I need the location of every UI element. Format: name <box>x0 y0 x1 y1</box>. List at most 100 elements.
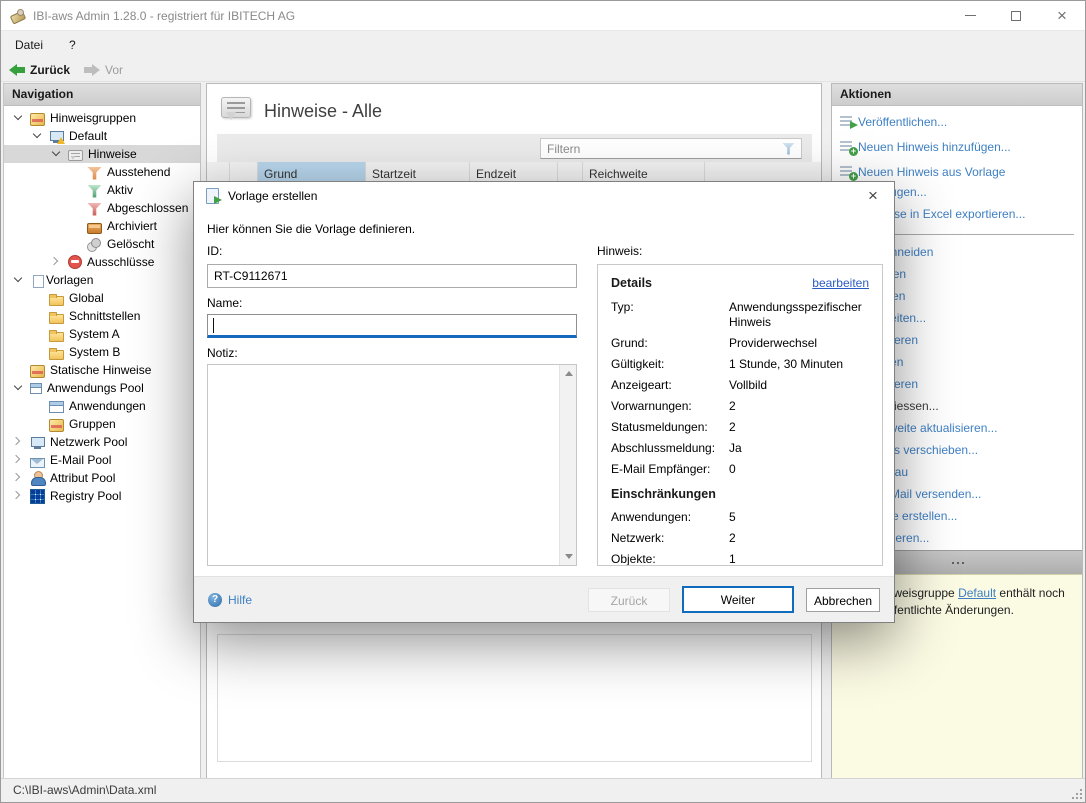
detail-row: Anzeigeart:Vollbild <box>611 378 869 393</box>
action-veroeffentlichen[interactable]: Veröffentlichen... <box>840 112 1076 135</box>
next-button[interactable]: Weiter <box>682 586 794 613</box>
scroll-down-icon[interactable] <box>565 554 573 559</box>
detail-row: Typ:Anwendungsspezifischer Hinweis <box>611 300 869 330</box>
monitor-icon <box>30 435 45 450</box>
chevron-right-icon[interactable] <box>12 455 20 463</box>
cancel-button[interactable]: Abbrechen <box>806 588 880 612</box>
detail-row: Gültigkeit:1 Stunde, 30 Minuten <box>611 357 869 372</box>
scrollbar[interactable] <box>559 365 576 565</box>
coins-icon <box>87 237 102 252</box>
maximize-icon <box>1011 11 1021 21</box>
maximize-button[interactable] <box>993 1 1039 30</box>
nav-item-archiviert[interactable]: Archiviert <box>4 217 200 235</box>
nav-item-ausschluesse[interactable]: Ausschlüsse <box>4 253 200 271</box>
chevron-right-icon[interactable] <box>12 491 20 499</box>
note-field[interactable] <box>207 364 577 566</box>
back-button[interactable]: Zurück <box>588 588 670 612</box>
person-icon <box>30 471 45 486</box>
detail-row: Grund:Providerwechsel <box>611 336 869 351</box>
edit-link[interactable]: bearbeiten <box>812 276 869 290</box>
app-window: IBI-aws Admin 1.28.0 - registriert für I… <box>0 0 1086 803</box>
vorlage-erstellen-dialog: Vorlage erstellen × Hier können Sie die … <box>193 181 895 623</box>
funnel-green-icon <box>87 185 102 198</box>
package-icon <box>30 365 45 378</box>
nav-item-gruppen[interactable]: Gruppen <box>4 415 200 433</box>
close-button[interactable]: × <box>1039 1 1085 30</box>
add-icon <box>840 140 856 154</box>
nav-item-email-pool[interactable]: E-Mail Pool <box>4 451 200 469</box>
actions-header: Aktionen <box>832 84 1082 106</box>
toolbar: Zurück Vor <box>1 58 1085 82</box>
chevron-right-icon[interactable] <box>12 437 20 445</box>
detail-row: E-Mail Empfänger:0 <box>611 462 869 477</box>
resize-grip-icon[interactable] <box>1070 787 1082 799</box>
nav-item-hinweise[interactable]: Hinweise <box>4 145 200 163</box>
speech-bubble-icon <box>68 150 83 161</box>
chevron-down-icon[interactable] <box>52 148 60 156</box>
minimize-button[interactable] <box>947 1 993 30</box>
nav-item-system-a[interactable]: System A <box>4 325 200 343</box>
filter-placeholder: Filtern <box>547 142 782 156</box>
menu-help[interactable]: ? <box>69 38 76 52</box>
default-group-link[interactable]: Default <box>958 586 996 600</box>
nav-item-netzwerk-pool[interactable]: Netzwerk Pool <box>4 433 200 451</box>
data-file-path: C:\IBI-aws\Admin\Data.xml <box>13 783 156 797</box>
minus-circle-icon <box>68 255 82 269</box>
back-button[interactable]: Zurück <box>9 63 70 77</box>
nav-item-default[interactable]: Default <box>4 127 200 145</box>
hinweis-label: Hinweis: <box>597 244 642 258</box>
chevron-down-icon[interactable] <box>14 382 22 390</box>
chevron-down-icon[interactable] <box>14 274 22 282</box>
window-controls: × <box>947 1 1085 30</box>
nav-item-hinweisgruppen[interactable]: Hinweisgruppen <box>4 109 200 127</box>
nav-item-vorlagen[interactable]: Vorlagen <box>4 271 200 289</box>
nav-item-system-b[interactable]: System B <box>4 343 200 361</box>
chevron-down-icon[interactable] <box>14 112 22 120</box>
nav-item-global[interactable]: Global <box>4 289 200 307</box>
help-icon: ? <box>208 593 222 607</box>
template-document-icon <box>204 188 220 204</box>
menu-datei[interactable]: Datei <box>15 38 43 52</box>
help-link[interactable]: ? Hilfe <box>208 593 252 607</box>
action-neuen-hinweis-hinzufuegen[interactable]: Neuen Hinweis hinzufügen... <box>840 137 1076 160</box>
nav-item-statische-hinweise[interactable]: Statische Hinweise <box>4 361 200 379</box>
dialog-close-button[interactable]: × <box>860 184 886 208</box>
nav-item-registry-pool[interactable]: Registry Pool <box>4 487 200 505</box>
navigation-panel: Navigation Hinweisgruppen Default Hinwei… <box>3 83 201 779</box>
navigation-tree: Hinweisgruppen Default Hinweise Ausstehe… <box>4 106 200 505</box>
forward-button[interactable]: Vor <box>84 63 123 77</box>
nav-item-ausstehend[interactable]: Ausstehend <box>4 163 200 181</box>
nav-item-schnittstellen[interactable]: Schnittstellen <box>4 307 200 325</box>
nav-item-aktiv[interactable]: Aktiv <box>4 181 200 199</box>
filter-input[interactable]: Filtern <box>540 138 802 159</box>
status-bar: C:\IBI-aws\Admin\Data.xml <box>1 778 1085 802</box>
text-cursor <box>213 318 214 333</box>
note-label: Notiz: <box>207 346 238 360</box>
detail-row: Abschlussmeldung:Ja <box>611 441 869 456</box>
chevron-down-icon[interactable] <box>33 130 41 138</box>
filter-funnel-icon[interactable] <box>782 143 795 155</box>
package-icon <box>30 113 45 126</box>
scroll-up-icon[interactable] <box>565 371 573 376</box>
detail-row: Netzwerk:2 <box>611 531 869 546</box>
back-arrow-icon <box>9 64 25 76</box>
restrictions-title: Einschränkungen <box>611 487 869 501</box>
page-title: Hinweise - Alle <box>264 101 382 122</box>
nav-item-geloescht[interactable]: Gelöscht <box>4 235 200 253</box>
nav-item-anwendungs-pool[interactable]: Anwendungs Pool <box>4 379 200 397</box>
nav-item-anwendungen[interactable]: Anwendungen <box>4 397 200 415</box>
name-field[interactable] <box>207 314 577 338</box>
chevron-right-icon[interactable] <box>12 473 20 481</box>
app-icon <box>10 8 25 23</box>
documents-icon <box>33 275 44 288</box>
chevron-right-icon[interactable] <box>50 257 58 265</box>
nav-item-attribut-pool[interactable]: Attribut Pool <box>4 469 200 487</box>
detail-row: Statusmeldungen:2 <box>611 420 869 435</box>
dialog-title-bar[interactable]: Vorlage erstellen × <box>194 182 894 210</box>
menu-bar: Datei ? <box>1 31 1085 58</box>
forward-arrow-icon <box>84 64 100 76</box>
folder-icon <box>49 350 64 360</box>
detail-row: Vorwarnungen:2 <box>611 399 869 414</box>
id-field[interactable] <box>207 264 577 288</box>
nav-item-abgeschlossen[interactable]: Abgeschlossen <box>4 199 200 217</box>
